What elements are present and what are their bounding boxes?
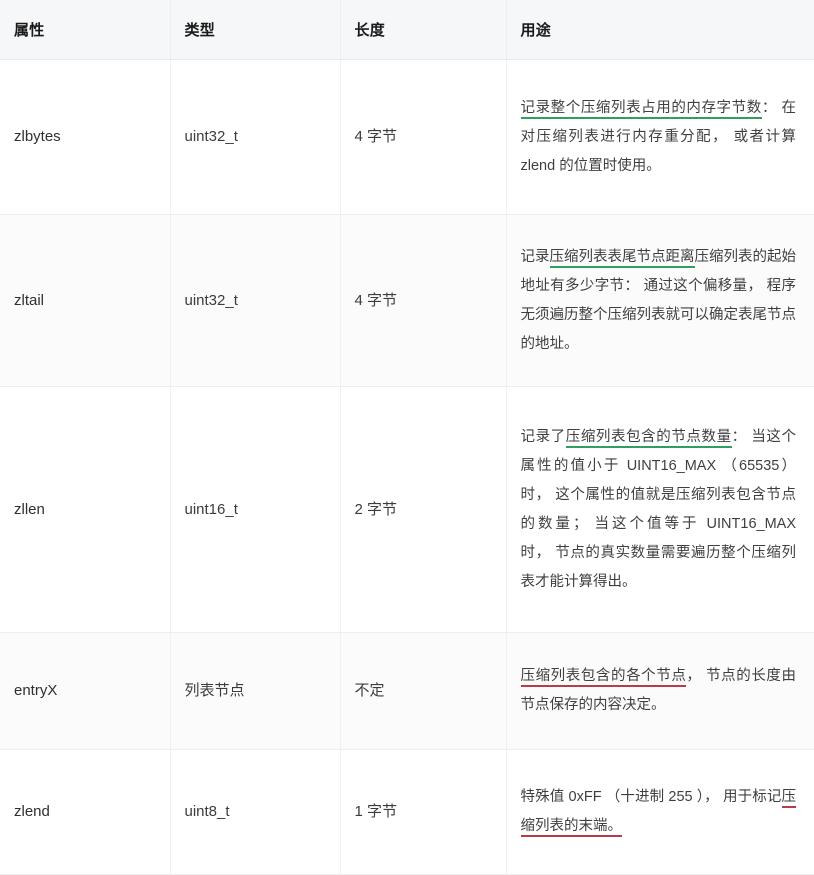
cell-type: uint16_t	[170, 386, 341, 633]
usage-highlight: 压缩列表包含的节点数量	[565, 428, 732, 448]
column-header-type: 类型	[170, 0, 341, 60]
table-header-row: 属性 类型 长度 用途	[0, 0, 814, 60]
cell-type: 列表节点	[170, 632, 341, 750]
cell-attribute: zllen	[0, 386, 171, 633]
table-header: 属性 类型 长度 用途	[0, 0, 814, 60]
cell-usage: 记录压缩列表表尾节点距离压缩列表的起始地址有多少字节： 通过这个偏移量， 程序无…	[506, 214, 814, 387]
usage-lead: 记录了	[520, 428, 566, 445]
cell-length: 1 字节	[340, 749, 507, 875]
cell-usage: 压缩列表包含的各个节点， 节点的长度由节点保存的内容决定。	[506, 632, 814, 750]
usage-lead: 特殊值 0xFF （十进制 255 ）， 用于标记	[520, 789, 782, 805]
cell-attribute: zlbytes	[0, 59, 171, 215]
cell-usage: 特殊值 0xFF （十进制 255 ）， 用于标记压缩列表的末端。	[506, 749, 814, 875]
cell-length: 2 字节	[340, 386, 507, 633]
cell-length: 不定	[340, 632, 507, 750]
cell-usage: 记录整个压缩列表占用的内存字节数： 在对压缩列表进行内存重分配， 或者计算 zl…	[506, 59, 814, 215]
table-row: zllen uint16_t 2 字节 记录了压缩列表包含的节点数量： 当这个属…	[0, 386, 814, 633]
usage-lead: 记录	[520, 248, 550, 265]
table-body: zlbytes uint32_t 4 字节 记录整个压缩列表占用的内存字节数： …	[0, 59, 814, 875]
cell-attribute: zlend	[0, 749, 171, 875]
table-row: zltail uint32_t 4 字节 记录压缩列表表尾节点距离压缩列表的起始…	[0, 214, 814, 387]
cell-attribute: zltail	[0, 214, 171, 387]
table-row: zlend uint8_t 1 字节 特殊值 0xFF （十进制 255 ）， …	[0, 749, 814, 875]
cell-usage: 记录了压缩列表包含的节点数量： 当这个属性的值小于 UINT16_MAX （65…	[506, 386, 814, 633]
cell-length: 4 字节	[340, 214, 507, 387]
usage-highlight: 记录整个压缩列表占用的内存字节数	[520, 99, 762, 119]
table-row: zlbytes uint32_t 4 字节 记录整个压缩列表占用的内存字节数： …	[0, 59, 814, 215]
cell-attribute: entryX	[0, 632, 171, 750]
column-header-length: 长度	[340, 0, 507, 60]
cell-type: uint32_t	[170, 214, 341, 387]
usage-highlight: 压缩列表表尾节点距离	[549, 248, 695, 268]
usage-highlight: 压缩列表包含的各个节点	[520, 668, 687, 687]
ziplist-structure-table: 属性 类型 长度 用途 zlbytes uint32_t 4 字节 记录整个压缩…	[0, 0, 814, 875]
column-header-usage: 用途	[506, 0, 814, 60]
column-header-attribute: 属性	[0, 0, 171, 60]
cell-type: uint8_t	[170, 749, 341, 875]
cell-length: 4 字节	[340, 59, 507, 215]
cell-type: uint32_t	[170, 59, 341, 215]
usage-rest: ： 当这个属性的值小于 UINT16_MAX （65535） 时， 这个属性的值…	[520, 428, 797, 590]
table-row: entryX 列表节点 不定 压缩列表包含的各个节点， 节点的长度由节点保存的内…	[0, 632, 814, 750]
